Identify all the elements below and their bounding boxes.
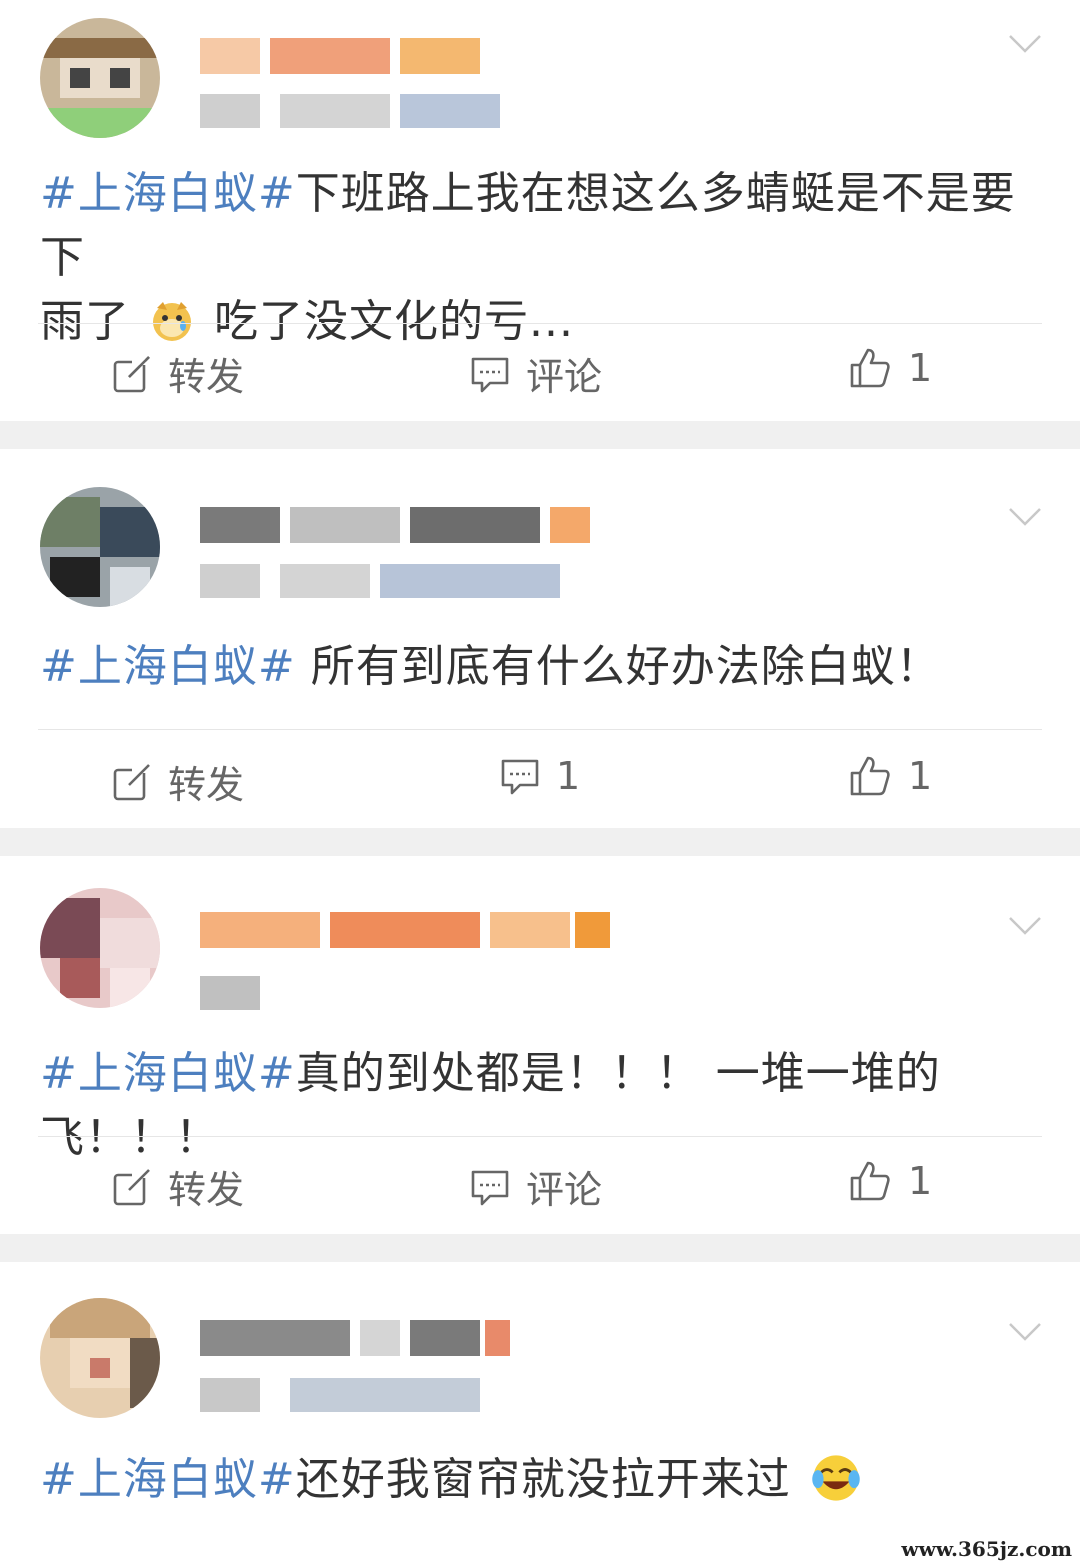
- laughing-crying-emoji: [811, 1455, 860, 1501]
- username-blurred[interactable]: [200, 507, 590, 543]
- crying-doge-emoji: [153, 302, 191, 341]
- chevron-down-icon[interactable]: [1008, 505, 1042, 529]
- like-count: 1: [908, 754, 933, 798]
- feed-separator: [0, 828, 1080, 856]
- post-meta-blurred: [200, 564, 560, 598]
- repost-button[interactable]: 转发: [112, 754, 244, 809]
- topic-link[interactable]: #上海白蚁#: [40, 168, 296, 219]
- repost-icon: [113, 1168, 150, 1205]
- repost-icon: [113, 763, 150, 800]
- comment-label: 评论: [526, 355, 603, 399]
- username-blurred[interactable]: [200, 38, 480, 74]
- post-card: #上海白蚁#下班路上我在想这么多蜻蜓是不是要下 雨了 吃了没文化的亏... 转发…: [0, 0, 1080, 421]
- chevron-down-icon[interactable]: [1008, 914, 1042, 938]
- avatar[interactable]: [40, 18, 160, 138]
- post-meta-blurred: [200, 976, 260, 1010]
- comment-button[interactable]: 评论: [470, 346, 602, 401]
- post-text: #上海白蚁#下班路上我在想这么多蜻蜓是不是要下 雨了 吃了没文化的亏...: [40, 168, 1016, 347]
- avatar[interactable]: [40, 888, 160, 1008]
- post-card: #上海白蚁#真的到处都是！！！ 一堆一堆的飞！！！ 转发 评论 1: [0, 856, 1080, 1234]
- like-count: 1: [908, 346, 933, 390]
- divider: [38, 323, 1042, 324]
- comment-icon: [501, 759, 539, 795]
- comment-count: 1: [556, 754, 581, 798]
- feed-separator: [0, 1234, 1080, 1262]
- post-text: #上海白蚁# 所有到底有什么好办法除白蚁！: [40, 641, 941, 692]
- post-meta-blurred: [200, 94, 500, 128]
- topic-link[interactable]: #上海白蚁#: [40, 1048, 296, 1099]
- post-meta-blurred: [200, 1378, 480, 1412]
- repost-button[interactable]: 转发: [112, 346, 244, 401]
- comment-button[interactable]: 评论: [470, 1159, 602, 1214]
- repost-label: 转发: [168, 1168, 245, 1212]
- like-button[interactable]: 1: [848, 754, 932, 798]
- post-card: #上海白蚁# 所有到底有什么好办法除白蚁！ 转发 1 1: [0, 449, 1080, 828]
- comment-label: 评论: [526, 1168, 603, 1212]
- repost-button[interactable]: 转发: [112, 1159, 244, 1214]
- post-card: #上海白蚁#还好我窗帘就没拉开来过: [0, 1262, 1080, 1567]
- comment-icon: [471, 1170, 509, 1205]
- avatar[interactable]: [40, 1298, 160, 1418]
- like-icon: [850, 348, 890, 388]
- like-button[interactable]: 1: [848, 346, 932, 390]
- username-blurred[interactable]: [200, 912, 610, 948]
- avatar[interactable]: [40, 487, 160, 607]
- like-icon: [850, 756, 890, 796]
- repost-label: 转发: [168, 355, 245, 399]
- like-count: 1: [908, 1159, 933, 1203]
- topic-link[interactable]: #上海白蚁#: [40, 641, 296, 692]
- comment-button[interactable]: 1: [500, 754, 580, 798]
- like-button[interactable]: 1: [848, 1159, 932, 1203]
- divider: [38, 1136, 1042, 1137]
- watermark: www.365jz.com: [901, 1537, 1072, 1561]
- post-text: #上海白蚁#真的到处都是！！！ 一堆一堆的飞！！！: [40, 1048, 941, 1163]
- username-blurred[interactable]: [200, 1320, 510, 1356]
- feed-separator: [0, 421, 1080, 449]
- topic-link[interactable]: #上海白蚁#: [40, 1454, 296, 1505]
- comment-icon: [471, 357, 509, 392]
- chevron-down-icon[interactable]: [1008, 32, 1042, 56]
- like-icon: [850, 1161, 890, 1201]
- repost-icon: [113, 355, 150, 392]
- divider: [38, 729, 1042, 730]
- repost-label: 转发: [168, 763, 245, 807]
- post-text: #上海白蚁#还好我窗帘就没拉开来过: [40, 1448, 1040, 1512]
- chevron-down-icon[interactable]: [1008, 1320, 1042, 1344]
